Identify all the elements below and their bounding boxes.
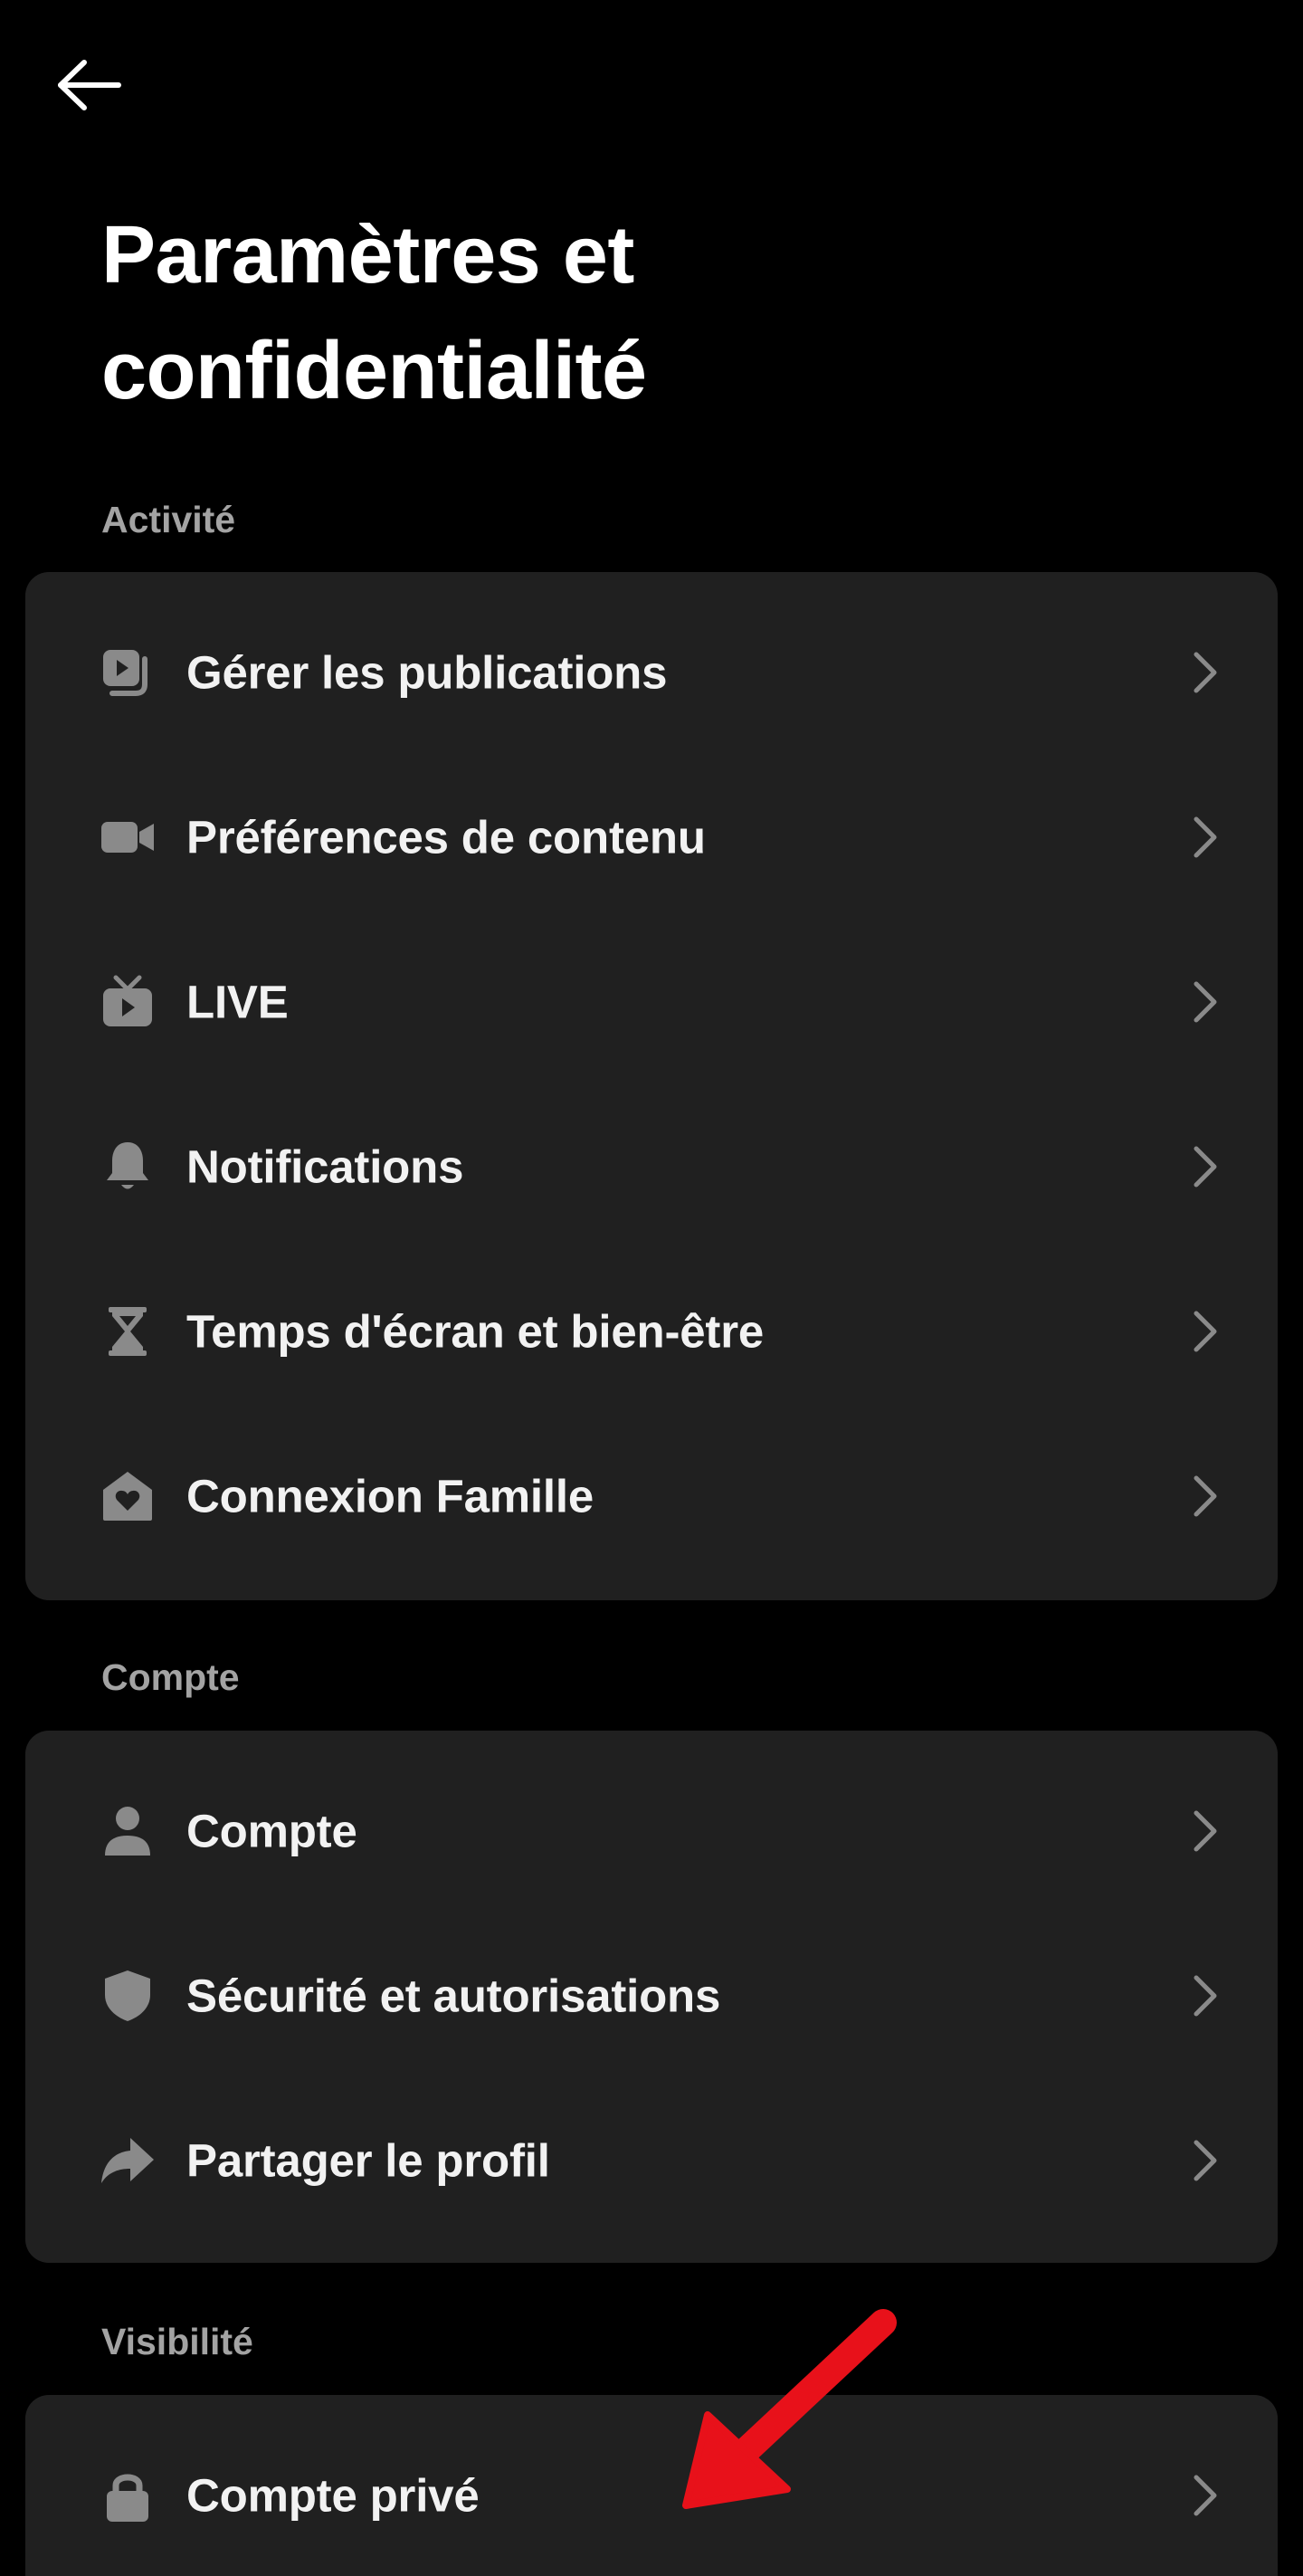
menu-item-manage-posts[interactable]: Gérer les publications (25, 590, 1278, 755)
section-label-compte: Compte (101, 1656, 240, 1698)
manage-posts-icon (100, 644, 156, 701)
menu-item-security[interactable]: Sécurité et autorisations (25, 1913, 1278, 2078)
chevron-right-icon (1189, 1473, 1222, 1520)
lock-icon (100, 2467, 156, 2524)
menu-item-label: Partager le profil (186, 2134, 550, 2187)
chevron-right-icon (1189, 2472, 1222, 2519)
menu-item-notifications[interactable]: Notifications (25, 1084, 1278, 1249)
chevron-right-icon (1189, 1143, 1222, 1190)
tv-icon (100, 974, 156, 1030)
chevron-right-icon (1189, 978, 1222, 1026)
menu-item-private-account[interactable]: Compte privé (25, 2413, 1278, 2576)
menu-item-content-preferences[interactable]: Préférences de contenu (25, 755, 1278, 920)
chevron-right-icon (1189, 814, 1222, 861)
visibility-card: Compte privé (25, 2395, 1278, 2576)
video-camera-icon (100, 809, 156, 865)
account-card: Compte Sécurité et autorisations Partage… (25, 1731, 1278, 2263)
menu-item-account[interactable]: Compte (25, 1749, 1278, 1913)
menu-item-label: Sécurité et autorisations (186, 1970, 721, 2022)
back-button[interactable] (52, 56, 125, 118)
menu-item-share-profile[interactable]: Partager le profil (25, 2078, 1278, 2243)
page-title: Paramètres et confidentialité (101, 210, 647, 416)
menu-item-label: Temps d'écran et bien-être (186, 1305, 765, 1358)
chevron-right-icon (1189, 1308, 1222, 1355)
chevron-right-icon (1189, 649, 1222, 696)
menu-item-label: Compte privé (186, 2469, 480, 2522)
menu-item-label: Préférences de contenu (186, 811, 706, 863)
menu-item-label: Gérer les publications (186, 646, 668, 699)
menu-item-label: LIVE (186, 976, 289, 1028)
bell-icon (100, 1139, 156, 1195)
menu-item-screen-time[interactable]: Temps d'écran et bien-être (25, 1249, 1278, 1414)
arrow-left-icon (53, 57, 124, 118)
chevron-right-icon (1189, 1808, 1222, 1855)
hourglass-icon (100, 1303, 156, 1360)
family-home-icon (100, 1468, 156, 1524)
chevron-right-icon (1189, 2137, 1222, 2184)
menu-item-label: Connexion Famille (186, 1470, 594, 1522)
section-label-activite: Activité (101, 499, 236, 540)
share-icon (100, 2132, 156, 2189)
menu-item-family-pairing[interactable]: Connexion Famille (25, 1414, 1278, 1579)
menu-item-label: Compte (186, 1805, 357, 1857)
person-icon (100, 1803, 156, 1859)
shield-icon (100, 1968, 156, 2024)
section-label-visibilite: Visibilité (101, 2321, 253, 2362)
activity-card: Gérer les publications Préférences de co… (25, 572, 1278, 1600)
menu-item-live[interactable]: LIVE (25, 920, 1278, 1084)
chevron-right-icon (1189, 1972, 1222, 2019)
menu-item-label: Notifications (186, 1140, 464, 1193)
